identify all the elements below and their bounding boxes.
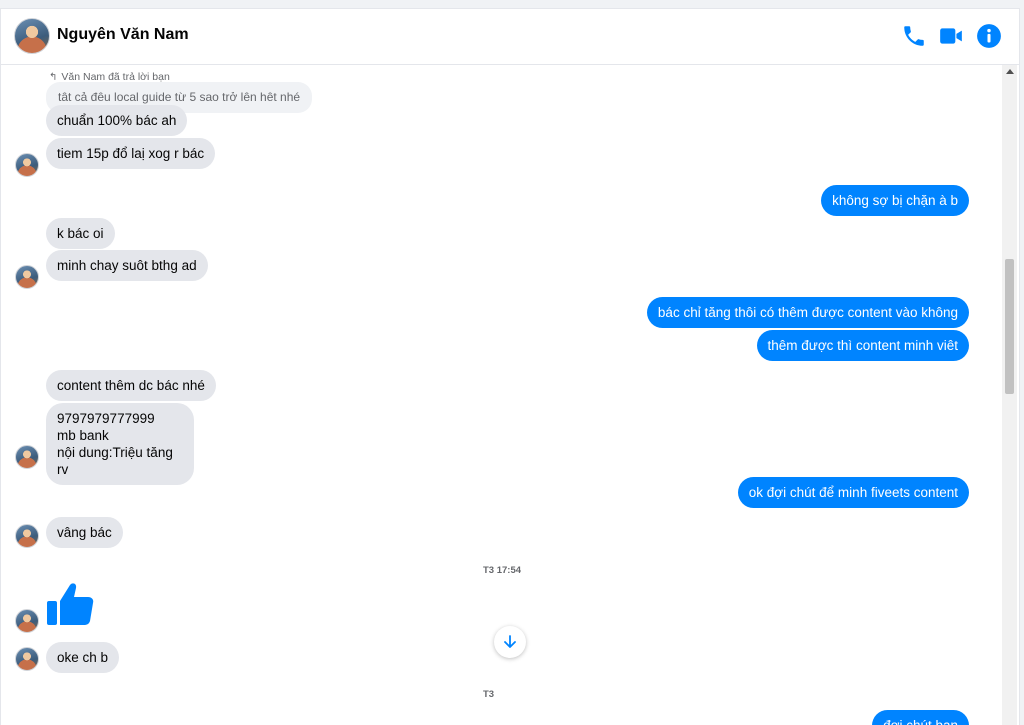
sender-avatar[interactable]	[15, 647, 39, 671]
incoming-message[interactable]: chuẩn 100% bác ah	[46, 105, 188, 136]
contact-avatar[interactable]	[14, 18, 50, 54]
sender-avatar[interactable]	[15, 153, 39, 177]
message-thread[interactable]: ↰ Văn Nam đã trả lời bạn tât cả đêu local…	[1, 65, 1005, 725]
arrow-down-icon	[504, 635, 516, 648]
outgoing-message[interactable]: bác chỉ tăng thôi có thêm được content v…	[646, 297, 969, 328]
sender-avatar[interactable]	[15, 445, 39, 469]
sender-avatar[interactable]	[15, 524, 39, 548]
incoming-message[interactable]: oke ch b	[46, 642, 120, 673]
chat-header: Nguyên Văn Nam	[1, 9, 1019, 65]
incoming-message[interactable]: k bác oi	[46, 218, 115, 249]
message-line: nội dung:Triệu tăng rv	[57, 445, 173, 477]
outgoing-message[interactable]: đợi chút bạn	[872, 710, 969, 725]
outgoing-message[interactable]: không sợ bị chặn à b	[821, 185, 969, 216]
chat-window: Nguyên Văn Nam ↰ Văn Nam đã trả lời bạn t…	[0, 8, 1020, 725]
phone-icon[interactable]	[901, 23, 927, 49]
scroll-to-bottom-button[interactable]	[494, 626, 526, 658]
sender-avatar[interactable]	[15, 265, 39, 289]
sender-avatar[interactable]	[15, 609, 39, 633]
incoming-message-multiline[interactable]: 9797979777999 mb bank nội dung:Triệu tăn…	[46, 403, 194, 485]
contact-name[interactable]: Nguyên Văn Nam	[57, 26, 189, 44]
incoming-message[interactable]: content thêm dc bác nhé	[46, 370, 216, 401]
thumbs-up-icon[interactable]	[46, 579, 98, 631]
message-line: 9797979777999	[57, 411, 155, 426]
incoming-message[interactable]: tiem 15p đổ laị xog r bác	[46, 138, 216, 169]
incoming-message[interactable]: minh chay suôt bthg ad	[46, 250, 208, 281]
outgoing-message[interactable]: ok đợi chút để minh fiveets content	[737, 477, 969, 508]
scrollbar-thumb[interactable]	[1005, 259, 1014, 394]
outgoing-message[interactable]: thêm được thì content minh viêt	[756, 330, 969, 361]
scroll-up-arrow-icon[interactable]	[1006, 69, 1014, 74]
message-line: mb bank	[57, 428, 109, 443]
info-icon[interactable]	[976, 23, 1002, 49]
scrollbar[interactable]	[1002, 65, 1017, 725]
video-camera-icon[interactable]	[938, 23, 964, 49]
timestamp: T3 17:54	[483, 565, 522, 576]
timestamp: T3	[483, 689, 495, 700]
incoming-message[interactable]: vâng bác	[46, 517, 123, 548]
